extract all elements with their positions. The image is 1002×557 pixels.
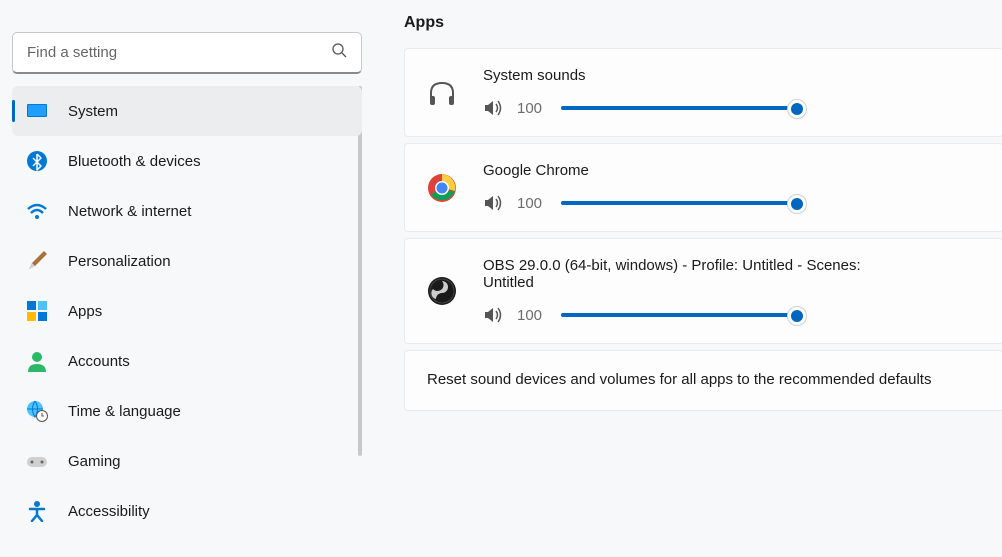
app-volume-card: System sounds 100 (404, 48, 1002, 137)
nav-list: System Bluetooth & devices Network & int… (12, 86, 362, 536)
sidebar: System Bluetooth & devices Network & int… (0, 0, 380, 557)
sidebar-item-label: Bluetooth & devices (68, 153, 201, 170)
sidebar-item-label: System (68, 103, 118, 120)
reset-text: Reset sound devices and volumes for all … (427, 371, 931, 388)
volume-value: 100 (517, 195, 547, 212)
paintbrush-icon (26, 250, 48, 272)
sidebar-item-label: Network & internet (68, 203, 191, 220)
bluetooth-icon (26, 150, 48, 172)
sidebar-item-label: Gaming (68, 453, 121, 470)
volume-row: 100 (483, 98, 981, 118)
app-name: OBS 29.0.0 (64-bit, windows) - Profile: … (483, 257, 913, 291)
slider-thumb[interactable] (787, 99, 807, 119)
volume-slider[interactable] (561, 193, 801, 213)
display-icon (26, 100, 48, 122)
sidebar-item-accounts[interactable]: Accounts (12, 336, 362, 386)
sidebar-item-time-language[interactable]: Time & language (12, 386, 362, 436)
volume-slider[interactable] (561, 305, 801, 325)
card-body: System sounds 100 (483, 67, 981, 118)
sidebar-item-network[interactable]: Network & internet (12, 186, 362, 236)
obs-icon (427, 276, 457, 306)
gamepad-icon (26, 450, 48, 472)
search-box[interactable] (12, 32, 362, 74)
person-icon (26, 350, 48, 372)
sidebar-item-accessibility[interactable]: Accessibility (12, 486, 362, 536)
sidebar-item-gaming[interactable]: Gaming (12, 436, 362, 486)
globe-clock-icon (26, 400, 48, 422)
search-icon (331, 42, 347, 63)
apps-icon (26, 300, 48, 322)
sidebar-item-label: Apps (68, 303, 102, 320)
accessibility-icon (26, 500, 48, 522)
search-input[interactable] (27, 44, 331, 61)
section-title: Apps (404, 14, 1002, 32)
speaker-icon[interactable] (483, 98, 503, 118)
content: Apps System sounds 100 Google C (380, 0, 1002, 557)
app-name: System sounds (483, 67, 981, 84)
headphones-icon (427, 78, 457, 108)
sidebar-item-label: Accounts (68, 353, 130, 370)
app-name: Google Chrome (483, 162, 981, 179)
volume-row: 100 (483, 305, 981, 325)
volume-value: 100 (517, 100, 547, 117)
sidebar-item-personalization[interactable]: Personalization (12, 236, 362, 286)
sidebar-item-apps[interactable]: Apps (12, 286, 362, 336)
card-body: OBS 29.0.0 (64-bit, windows) - Profile: … (483, 257, 981, 325)
app-volume-card: Google Chrome 100 (404, 143, 1002, 232)
sidebar-item-label: Accessibility (68, 503, 150, 520)
sidebar-item-label: Time & language (68, 403, 181, 420)
app-volume-card: OBS 29.0.0 (64-bit, windows) - Profile: … (404, 238, 1002, 344)
volume-slider[interactable] (561, 98, 801, 118)
sidebar-item-label: Personalization (68, 253, 171, 270)
speaker-icon[interactable] (483, 193, 503, 213)
sidebar-item-bluetooth[interactable]: Bluetooth & devices (12, 136, 362, 186)
wifi-icon (26, 200, 48, 222)
speaker-icon[interactable] (483, 305, 503, 325)
card-body: Google Chrome 100 (483, 162, 981, 213)
reset-card[interactable]: Reset sound devices and volumes for all … (404, 350, 1002, 411)
slider-thumb[interactable] (787, 194, 807, 214)
sidebar-item-system[interactable]: System (12, 86, 362, 136)
chrome-icon (427, 173, 457, 203)
volume-value: 100 (517, 307, 547, 324)
volume-row: 100 (483, 193, 981, 213)
slider-thumb[interactable] (787, 306, 807, 326)
